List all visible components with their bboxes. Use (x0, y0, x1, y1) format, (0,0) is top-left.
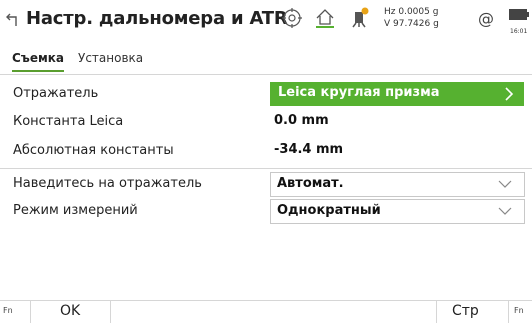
angle-readout: Hz 0.0005 g V 97.7426 g (384, 6, 439, 30)
tab-bar: Съемка Установка (0, 44, 532, 75)
v-readout: V 97.7426 g (384, 19, 439, 29)
chevron-down-icon (498, 207, 512, 215)
leica-constant-value: 0.0 mm (274, 113, 329, 128)
measure-mode-label: Режим измерений (13, 203, 138, 218)
hz-readout: Hz 0.0005 g (384, 7, 439, 17)
fn-left-key[interactable]: Fn (3, 306, 13, 315)
softkey-separator (110, 301, 111, 323)
back-arrow-icon[interactable] (6, 11, 20, 27)
section-divider (0, 168, 532, 169)
absolute-constant-row: Абсолютная константы -34.4 mm (0, 139, 532, 163)
battery-icon[interactable] (508, 7, 530, 25)
chevron-down-icon (498, 180, 512, 188)
at-icon[interactable]: @ (478, 9, 494, 28)
reflector-value: Leica круглая призма (278, 85, 440, 100)
tab-setup[interactable]: Установка (78, 51, 143, 65)
measure-mode-dropdown[interactable]: Однократный (270, 199, 525, 224)
leica-constant-row: Константа Leica 0.0 mm (0, 110, 532, 134)
reflector-label: Отражатель (13, 86, 99, 101)
ok-button[interactable]: OK (60, 303, 80, 319)
softkey-separator (30, 301, 31, 323)
leica-constant-label: Константа Leica (13, 114, 124, 129)
fn-right-key[interactable]: Fn (514, 306, 524, 315)
softkey-separator (436, 301, 437, 323)
aim-dropdown[interactable]: Автомат. (270, 172, 525, 197)
measure-mode-row: Режим измерений Однократный (0, 199, 532, 224)
chevron-right-icon (505, 87, 514, 101)
absolute-constant-label: Абсолютная константы (13, 143, 174, 158)
title-bar: Настр. дальномера и ATR Hz 0.0005 g V 97… (0, 0, 532, 40)
aim-label: Наведитесь на отражатель (13, 176, 202, 191)
total-station-icon[interactable] (347, 7, 371, 31)
softkey-bar: Fn OK Стр Fn (0, 300, 532, 323)
reflector-row: Отражатель Leica круглая призма (0, 82, 532, 106)
aim-row: Наведитесь на отражатель Автомат. (0, 172, 532, 197)
page-button[interactable]: Стр (452, 303, 479, 319)
absolute-constant-value: -34.4 mm (274, 142, 344, 157)
tab-survey[interactable]: Съемка (12, 51, 65, 72)
home-instrument-icon[interactable] (314, 7, 336, 29)
measure-mode-value: Однократный (277, 203, 381, 218)
softkey-separator (508, 301, 509, 323)
aim-value: Автомат. (277, 176, 344, 191)
target-prism-icon[interactable] (281, 7, 303, 29)
page-title: Настр. дальномера и ATR (26, 8, 288, 29)
clock: 16:01 (510, 28, 528, 35)
reflector-select[interactable]: Leica круглая призма (270, 82, 524, 106)
